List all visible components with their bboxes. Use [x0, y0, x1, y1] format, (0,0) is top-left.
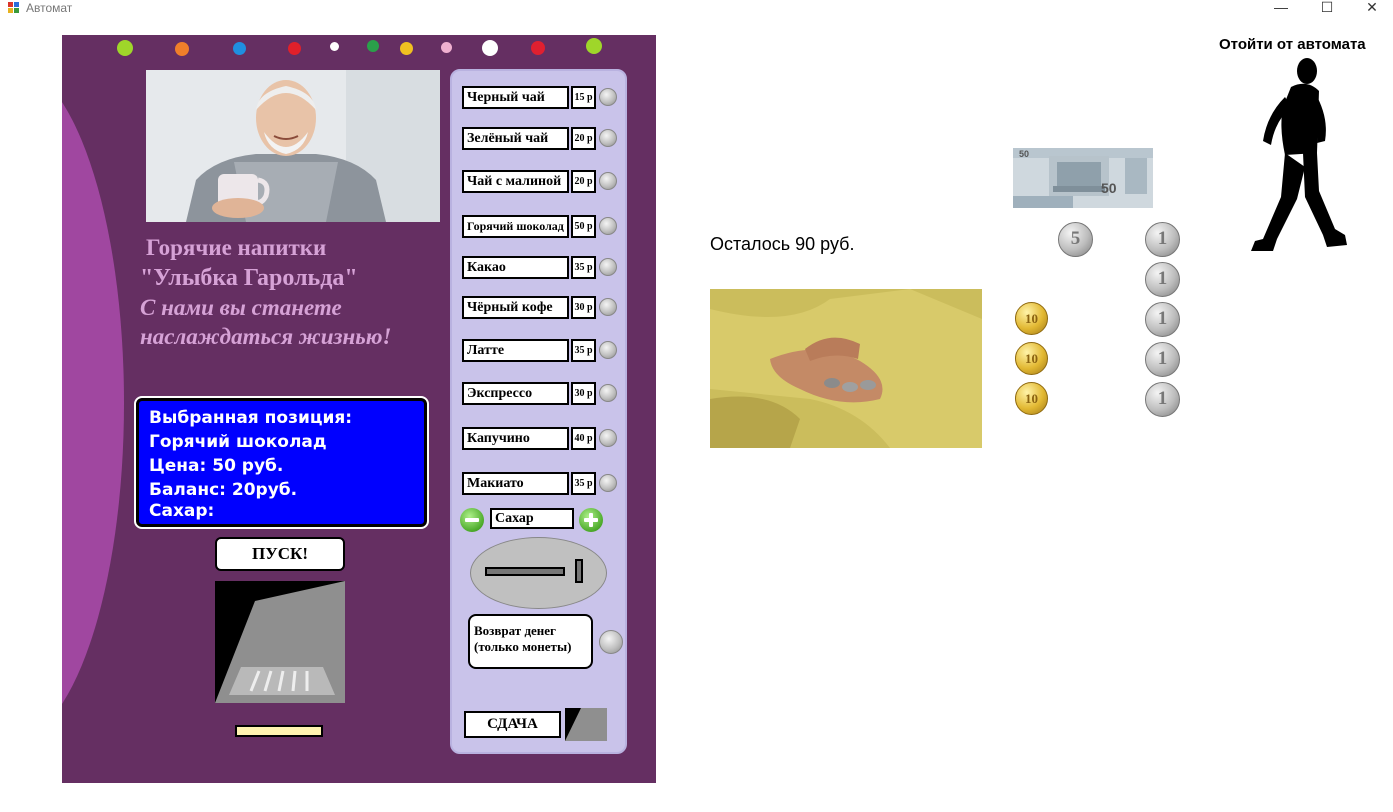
drink-price-field: 40 р — [571, 427, 596, 450]
coin-1-rub[interactable]: 1 — [1145, 222, 1180, 257]
title-bar: Автомат — ☐ ✕ — [0, 0, 1393, 16]
drink-price-field: 35 р — [571, 472, 596, 495]
coin-5-rub[interactable]: 5 — [1058, 222, 1093, 257]
sugar-field: Сахар — [490, 508, 574, 529]
drink-price-field: 35 р — [571, 339, 596, 362]
display-selected-item: Горячий шоколад — [149, 432, 327, 452]
refund-button[interactable]: Возврат денег (только монеты) — [468, 614, 593, 669]
indicator-lamp — [441, 42, 452, 53]
drink-name-field: Макиато — [462, 472, 569, 495]
slogan-line-4: наслаждаться жизнью! — [140, 324, 392, 349]
select-drink-button[interactable] — [599, 341, 617, 359]
change-label: СДАЧА — [464, 711, 561, 738]
coin-1-rub[interactable]: 1 — [1145, 342, 1180, 377]
drink-price-field: 30 р — [571, 382, 596, 405]
decorative-arc — [62, 63, 124, 743]
drink-price-field: 50 р — [571, 215, 596, 238]
drink-price-field: 20 р — [571, 170, 596, 193]
drink-name-field: Чёрный кофе — [462, 296, 569, 319]
drink-name-field: Чай с малиной — [462, 170, 569, 193]
indicator-lamp — [367, 40, 379, 52]
indicator-lamp — [288, 42, 301, 55]
coin-1-rub[interactable]: 1 — [1145, 382, 1180, 417]
select-drink-button[interactable] — [599, 129, 617, 147]
coin-10-rub[interactable]: 10 — [1015, 382, 1048, 415]
remaining-money-text: Осталось 90 руб. — [710, 234, 855, 254]
indicator-lamp — [330, 42, 339, 51]
select-drink-button[interactable] — [599, 298, 617, 316]
minimize-button[interactable]: — — [1266, 0, 1296, 15]
coin-slot — [575, 559, 583, 583]
control-panel: Черный чай 15 р Зелёный чай 20 р Чай с малин… — [450, 69, 627, 754]
cup-dispenser — [215, 581, 345, 703]
hand-illustration — [710, 289, 982, 448]
close-button[interactable]: ✕ — [1357, 0, 1387, 15]
sugar-plus-button[interactable] — [579, 508, 603, 532]
display-balance: Баланс: 20руб. — [149, 480, 298, 500]
display-price: Цена: 50 руб. — [149, 456, 284, 476]
select-drink-button[interactable] — [599, 172, 617, 190]
slogan-line-1: Горячие напитки — [146, 235, 327, 260]
drink-name-field: Капучино — [462, 427, 569, 450]
coin-1-rub[interactable]: 1 — [1145, 262, 1180, 297]
vending-machine: Горячие напитки "Улыбка Гарольда" С нами… — [62, 35, 656, 783]
order-display: Выбранная позиция: Горячий шоколад Цена:… — [134, 396, 429, 529]
walk-away-link[interactable]: Отойти от автомата — [1219, 36, 1366, 53]
harold-illustration — [146, 70, 440, 222]
refund-label-line-2: (только монеты) — [474, 639, 572, 654]
sugar-minus-button[interactable] — [460, 508, 484, 532]
indicator-lamp — [175, 42, 189, 56]
select-drink-button[interactable] — [599, 474, 617, 492]
maximize-button[interactable]: ☐ — [1312, 0, 1342, 15]
bill-slot — [485, 567, 565, 576]
coin-10-rub[interactable]: 10 — [1015, 302, 1048, 335]
indicator-lamp — [400, 42, 413, 55]
change-tray[interactable] — [565, 708, 607, 741]
display-selected-label: Выбранная позиция: — [149, 408, 353, 428]
banknote-value-corner: 50 — [1019, 149, 1030, 159]
display-sugar: Сахар: — [149, 501, 215, 521]
slogan-line-2: "Улыбка Гарольда" — [140, 265, 358, 291]
slogan-line-3: С нами вы станете — [140, 295, 342, 320]
refund-knob[interactable] — [599, 630, 623, 654]
indicator-lamp — [531, 41, 545, 55]
indicator-lamp — [482, 40, 498, 56]
refund-label-line-1: Возврат денег — [474, 623, 556, 638]
bill-acceptor[interactable] — [470, 537, 607, 609]
harold-photo — [146, 70, 440, 222]
drink-name-field: Горячий шоколад — [462, 215, 569, 238]
drink-price-field: 15 р — [571, 86, 596, 109]
hand-with-coins-photo — [710, 289, 982, 448]
coin-1-rub[interactable]: 1 — [1145, 302, 1180, 337]
drink-name-field: Черный чай — [462, 86, 569, 109]
banknote-value: 50 — [1101, 180, 1117, 196]
indicator-lamp — [233, 42, 246, 55]
indicator-lamp — [117, 40, 133, 56]
drink-name-field: Какао — [462, 256, 569, 279]
indicator-lamp — [586, 38, 602, 54]
drink-name-field: Экспрессо — [462, 382, 569, 405]
drink-price-field: 20 р — [571, 127, 596, 150]
drink-name-field: Латте — [462, 339, 569, 362]
coin-return-slot — [235, 725, 323, 737]
banknote-50[interactable]: 50 50 — [1013, 148, 1153, 208]
drink-name-field: Зелёный чай — [462, 127, 569, 150]
select-drink-button[interactable] — [599, 429, 617, 447]
drink-price-field: 35 р — [571, 256, 596, 279]
select-drink-button[interactable] — [599, 258, 617, 276]
drink-price-field: 30 р — [571, 296, 596, 319]
start-button[interactable]: ПУСК! — [215, 537, 345, 571]
select-drink-button[interactable] — [599, 217, 617, 235]
select-drink-button[interactable] — [599, 384, 617, 402]
window-title: Автомат — [26, 1, 73, 15]
select-drink-button[interactable] — [599, 88, 617, 106]
coin-10-rub[interactable]: 10 — [1015, 342, 1048, 375]
app-icon — [8, 2, 20, 13]
walking-person-silhouette[interactable] — [1245, 57, 1350, 255]
